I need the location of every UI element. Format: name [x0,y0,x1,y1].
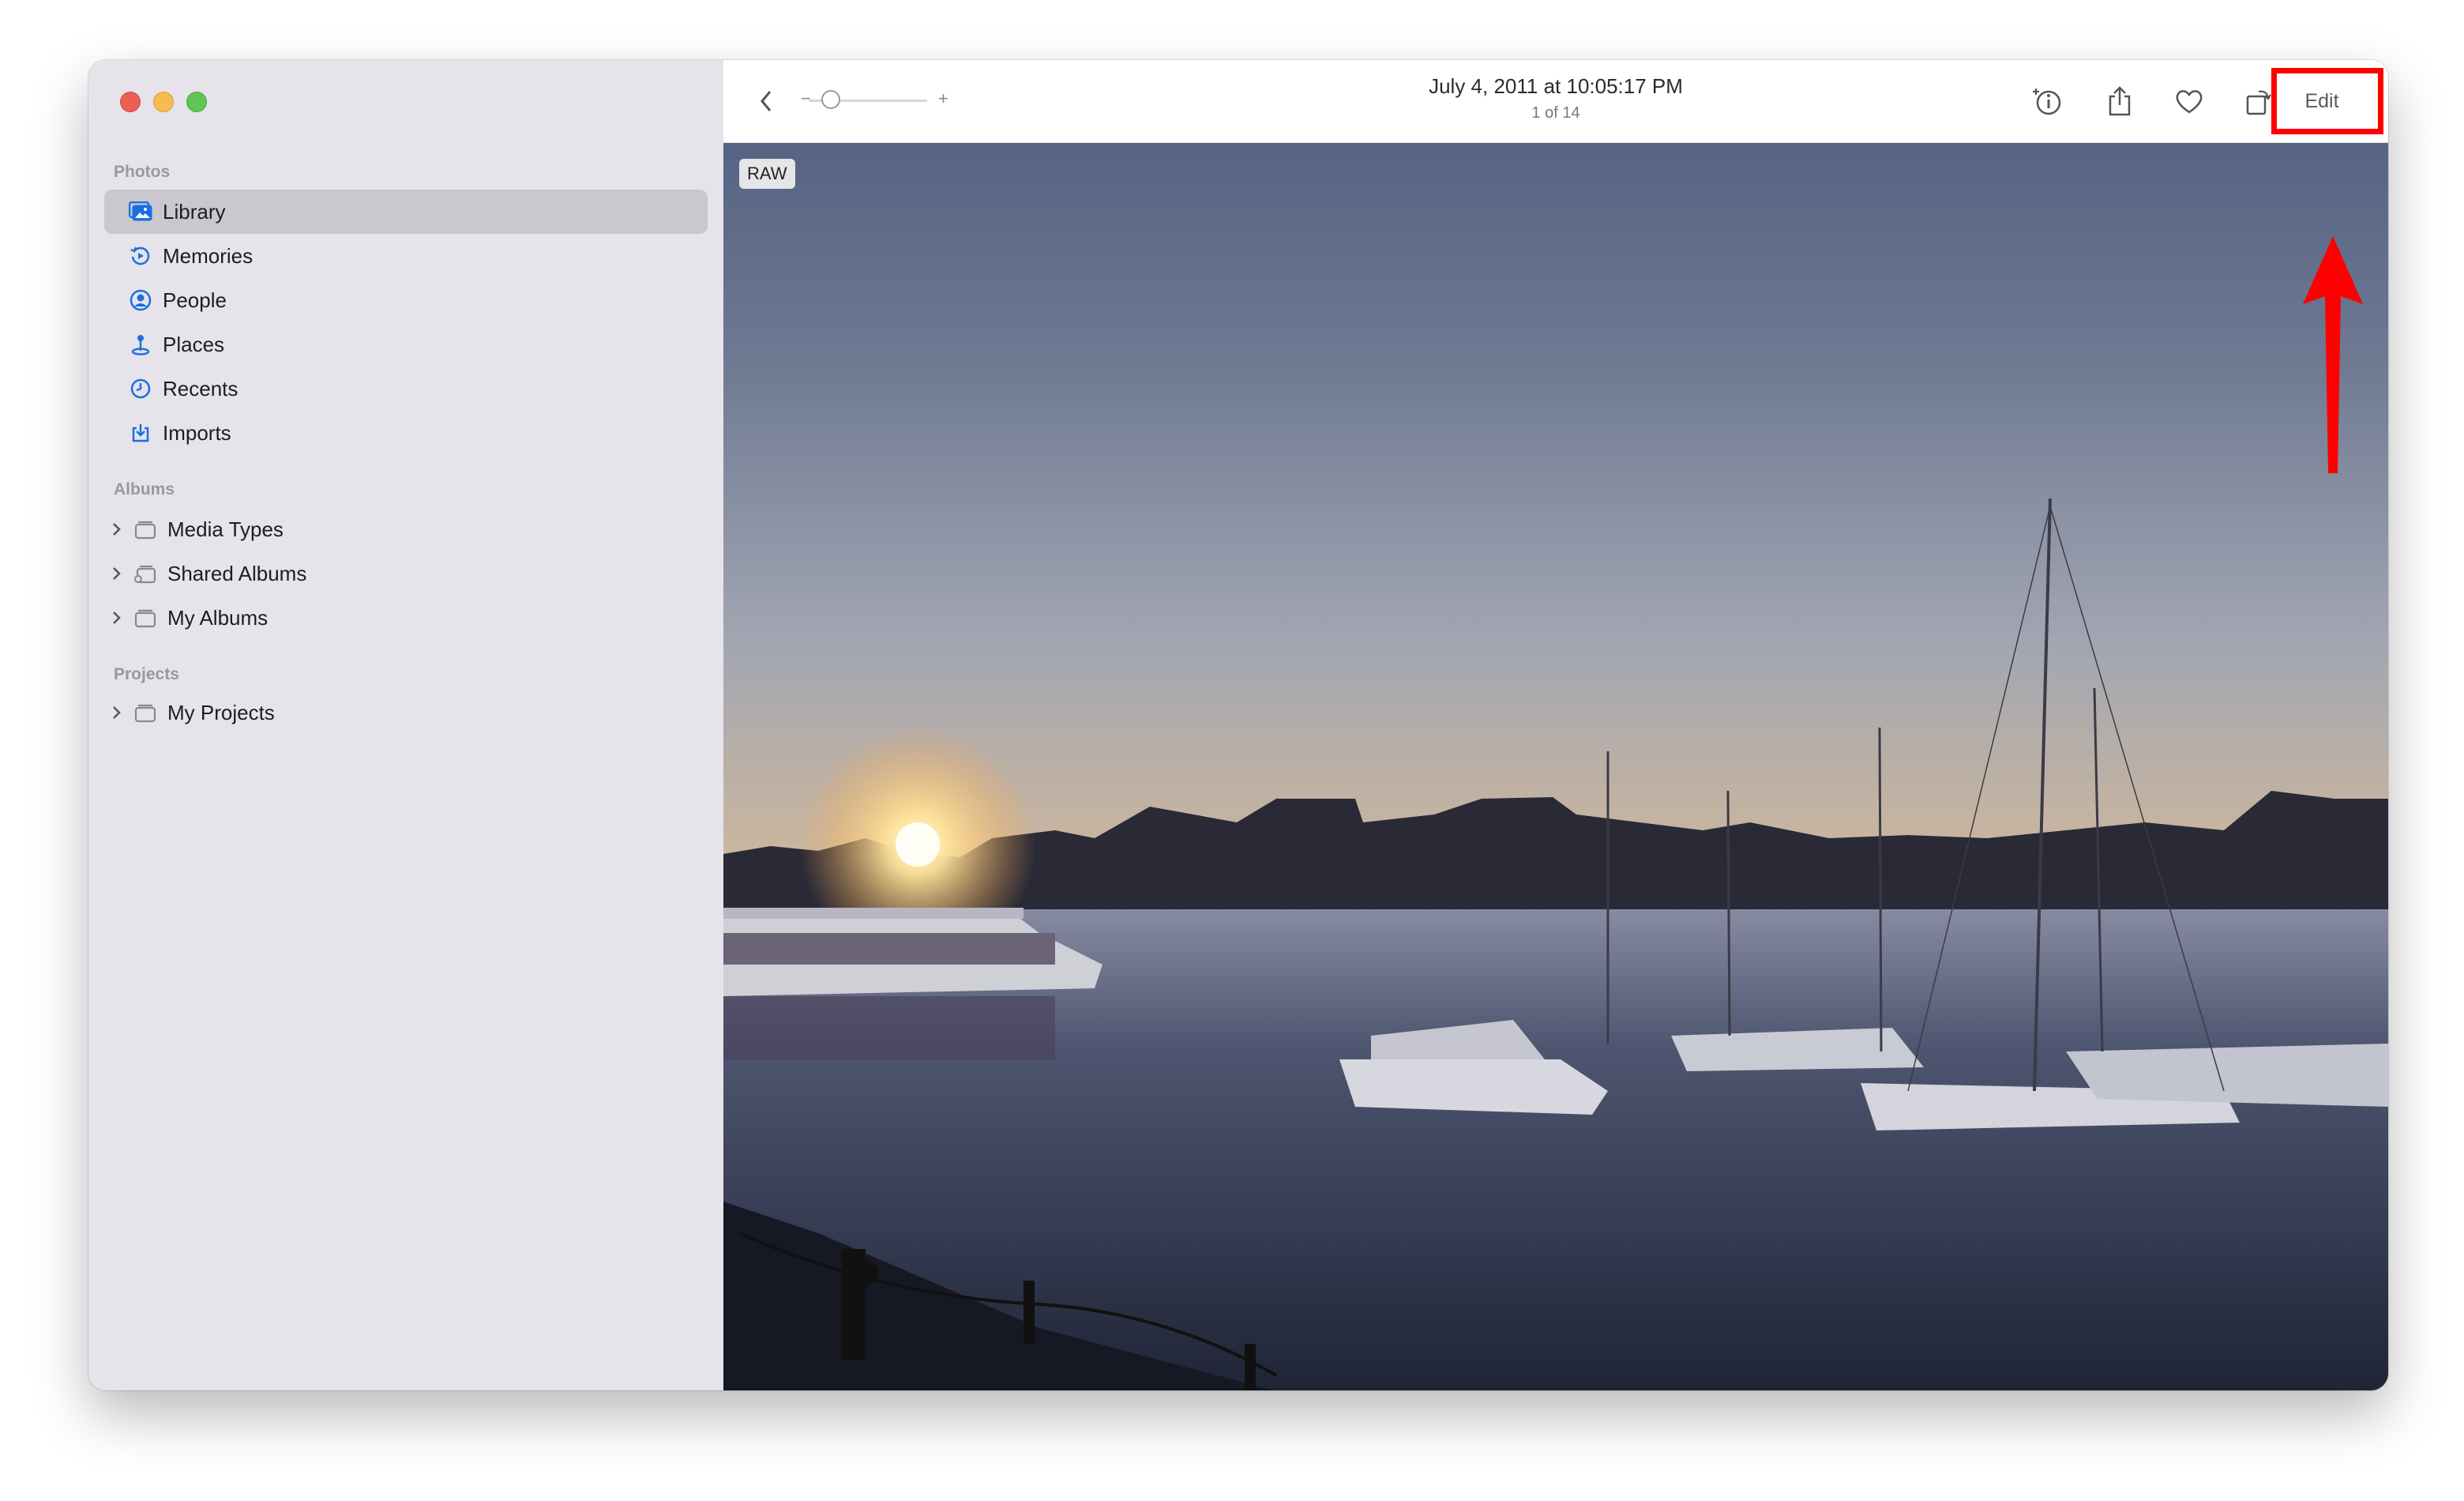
annotation-arrow-icon [2303,236,2363,473]
sidebar-item-label: Places [163,332,225,356]
import-icon [128,420,153,446]
section-title-photos: Photos [114,163,171,181]
rotate-icon [2246,90,2271,115]
chevron-right-icon[interactable] [109,519,125,540]
chevron-right-icon[interactable] [109,608,125,628]
annotation-highlight-box [2271,68,2383,134]
share-button[interactable] [2102,82,2137,120]
chevron-right-icon[interactable] [109,702,125,723]
toolbar: − + July 4, 2011 at 10:05:17 PM 1 of 14 … [723,60,2388,143]
minimize-window-button[interactable] [153,92,174,112]
raw-badge: RAW [739,159,795,189]
sidebar-item-recents[interactable]: Recents [104,367,708,411]
person-icon [128,288,153,313]
chevron-right-icon[interactable] [109,563,125,584]
heart-icon [2176,90,2203,114]
sidebar-item-label: Recents [163,376,239,401]
sidebar-item-label: Memories [163,243,254,268]
section-title-albums: Albums [114,480,175,498]
shared-folder-icon [133,561,158,586]
sidebar-item-memories[interactable]: Memories [104,234,708,278]
folder-icon [133,700,158,725]
memories-icon [128,243,153,269]
sidebar-item-places[interactable]: Places [104,322,708,367]
library-icon [128,199,153,224]
sidebar-item-people[interactable]: People [104,278,708,322]
favorite-button[interactable] [2172,84,2207,118]
sidebar-item-label: My Projects [167,700,275,724]
folder-icon [133,605,158,630]
maximize-window-button[interactable] [186,92,207,112]
viewer: − + July 4, 2011 at 10:05:17 PM 1 of 14 … [723,60,2388,1390]
sidebar-item-label: Library [163,199,226,224]
info-button[interactable] [2028,84,2066,118]
sidebar-item-label: My Albums [167,605,269,630]
close-window-button[interactable] [120,92,141,112]
sidebar-item-media-types[interactable]: Media Types [104,507,708,551]
window-controls [120,92,207,112]
sidebar-item-label: People [163,288,227,312]
sidebar-item-shared-albums[interactable]: Shared Albums [104,551,708,596]
sidebar: Photos Library Memories People Places Re… [88,60,724,1390]
sidebar-item-imports[interactable]: Imports [104,411,708,455]
folder-icon [133,517,158,542]
photo-viewer[interactable]: RAW [723,143,2388,1390]
info-icon [2033,88,2061,115]
photos-window: Photos Library Memories People Places Re… [88,60,2388,1390]
photo-count: 1 of 14 [1531,104,1580,122]
sidebar-item-library[interactable]: Library [104,190,708,234]
sidebar-item-my-albums[interactable]: My Albums [104,596,708,640]
share-icon [2109,86,2131,116]
sidebar-item-label: Media Types [167,517,284,541]
sidebar-item-my-projects[interactable]: My Projects [104,690,708,735]
sunset-harbor-photo [723,498,2388,1390]
sidebar-item-label: Imports [163,420,231,445]
section-title-projects: Projects [114,665,179,683]
map-pin-icon [128,332,153,357]
photo-date: July 4, 2011 at 10:05:17 PM [1429,74,1683,98]
clock-icon [128,376,153,401]
sidebar-item-label: Shared Albums [167,561,307,585]
